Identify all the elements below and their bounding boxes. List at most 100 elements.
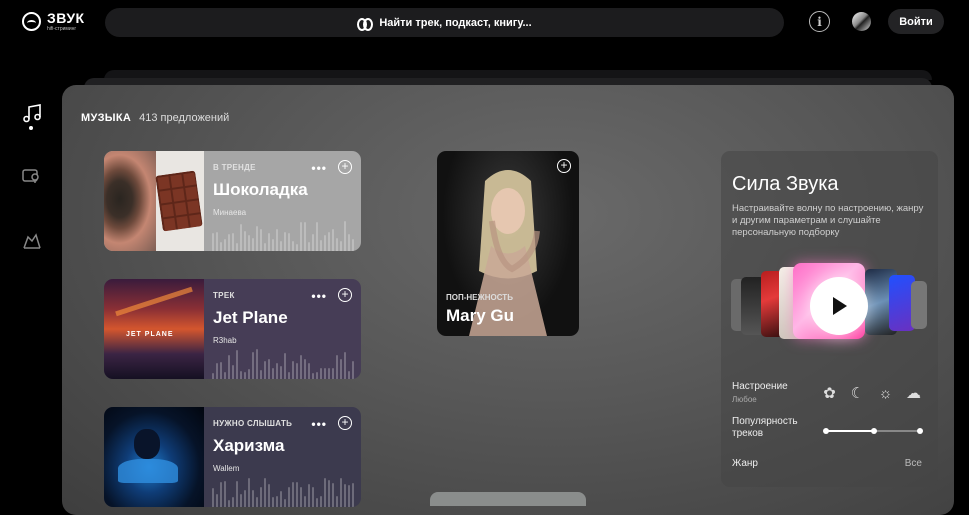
slider-knob[interactable]	[823, 428, 829, 434]
slider-knob-active[interactable]	[870, 428, 877, 434]
music-panel: МУЗЫКА 413 предложений В ТРЕНДЕ Шоколадк…	[62, 85, 954, 515]
app-logo[interactable]: ЗВУК hifi-стриминг	[22, 11, 85, 32]
card-artist[interactable]: R3hab	[213, 336, 237, 345]
waveform-bar	[272, 368, 274, 379]
waveform-bar	[236, 481, 238, 507]
waveform-bar	[288, 233, 290, 251]
more-options-icon[interactable]: •••	[311, 289, 327, 303]
add-icon[interactable]: +	[338, 416, 352, 430]
waveform-bar	[276, 363, 278, 379]
feature-kicker: ПОП-НЕЖНОСТЬ	[446, 293, 513, 302]
waveform-bar	[264, 478, 266, 507]
add-icon[interactable]: +	[338, 160, 352, 174]
track-cover	[104, 407, 204, 507]
slider-knob[interactable]	[917, 428, 923, 434]
waveform-bar	[280, 241, 282, 251]
popularity-slider[interactable]	[823, 428, 923, 434]
moon-icon[interactable]: ☾	[848, 384, 867, 403]
waveform-bar	[328, 232, 330, 251]
waveform-bar	[300, 355, 302, 379]
waveform-bar	[268, 233, 270, 251]
card-title: Харизма	[213, 436, 285, 455]
waveform-bar	[268, 484, 270, 507]
sidebar-item-podcasts[interactable]	[20, 164, 44, 188]
waveform-bar	[340, 478, 342, 507]
my-wave-panel: Сила Звука Настраивайте волну по настрое…	[721, 151, 938, 487]
theme-toggle-button[interactable]	[852, 12, 871, 31]
book-icon	[23, 233, 41, 249]
waveform-bar	[352, 239, 354, 251]
sidebar-item-music[interactable]	[20, 102, 44, 126]
waveform-bar	[284, 232, 286, 251]
active-indicator-dot	[29, 126, 33, 130]
more-options-icon[interactable]: •••	[311, 417, 327, 431]
cloud-rain-icon[interactable]: ☁	[904, 384, 923, 403]
waveform-bar	[284, 353, 286, 379]
bottom-card-peek[interactable]	[430, 492, 586, 506]
track-cover: JET PLANE	[104, 279, 204, 379]
card-artist[interactable]: Wallem	[213, 464, 239, 473]
search-bar[interactable]: Найти трек, подкаст, книгу...	[105, 8, 784, 37]
card-artist[interactable]: Минаева	[213, 208, 246, 217]
waveform-bar	[216, 363, 218, 379]
app-name: ЗВУК	[47, 10, 85, 26]
waveform-bar	[328, 368, 330, 379]
artist-feature-card[interactable]: + ПОП-НЕЖНОСТЬ Mary Gu	[437, 151, 579, 336]
genre-value[interactable]: Все	[905, 458, 922, 469]
slider-fill	[826, 430, 874, 432]
mood-label: Настроение	[732, 381, 788, 392]
waveform-bar	[348, 234, 350, 251]
track-card[interactable]: В ТРЕНДЕ Шоколадка Минаева ••• +	[104, 151, 361, 251]
search-icon	[357, 17, 374, 31]
wave-card-deck[interactable]	[731, 263, 927, 347]
waveform-bar	[280, 491, 282, 507]
waveform-bar	[260, 487, 262, 507]
popularity-label: Популярность треков	[732, 416, 798, 439]
waveform-bar	[312, 373, 314, 379]
waveform-bar	[324, 478, 326, 507]
sidebar-item-books[interactable]	[20, 230, 44, 254]
waveform-bar	[236, 350, 238, 379]
waveform-bar	[252, 238, 254, 251]
app-tagline: hifi-стриминг	[47, 26, 77, 32]
waveform-bar	[264, 361, 266, 379]
section-count: 413 предложений	[139, 112, 230, 124]
more-options-icon[interactable]: •••	[311, 161, 327, 175]
waveform-bar	[336, 496, 338, 507]
mood-value: Любое	[732, 395, 757, 404]
waveform-bar	[212, 373, 214, 379]
login-button[interactable]: Войти	[888, 9, 944, 34]
waveform-bar	[280, 366, 282, 379]
waveform-bar	[336, 355, 338, 379]
zvuk-logo-icon	[22, 12, 41, 31]
waveform-bar	[332, 483, 334, 507]
waveform-bar	[308, 363, 310, 379]
mood-options: ✿ ☾ ☼ ☁	[820, 384, 923, 403]
waveform-bar	[292, 361, 294, 379]
waveform-bar	[312, 234, 314, 251]
waveform-bar	[352, 361, 354, 379]
waveform-bar	[316, 372, 318, 379]
waveform-bar	[240, 494, 242, 507]
waveform-bar	[320, 496, 322, 507]
waveform-bar	[276, 496, 278, 507]
waveform-bar	[240, 224, 242, 251]
sun-icon[interactable]: ☼	[876, 384, 895, 403]
wave-title: Сила Звука	[732, 173, 839, 195]
play-icon[interactable]	[810, 277, 868, 335]
track-card[interactable]: JET PLANE ТРЕК Jet Plane R3hab ••• +	[104, 279, 361, 379]
flower-icon[interactable]: ✿	[820, 384, 839, 403]
info-button[interactable]: i	[809, 11, 830, 32]
waveform-bar	[300, 222, 302, 251]
waveform-bar	[248, 478, 250, 507]
waveform-bar	[320, 240, 322, 251]
waveform-bar	[320, 368, 322, 379]
card-title: Шоколадка	[213, 180, 308, 199]
waveform-bar	[324, 368, 326, 379]
add-icon[interactable]: +	[338, 288, 352, 302]
waveform-bar	[232, 365, 234, 379]
track-cover	[104, 151, 204, 251]
waveform-bar	[212, 233, 214, 251]
add-icon[interactable]: +	[557, 159, 571, 173]
track-card[interactable]: НУЖНО СЛЫШАТЬ Харизма Wallem ••• +	[104, 407, 361, 507]
